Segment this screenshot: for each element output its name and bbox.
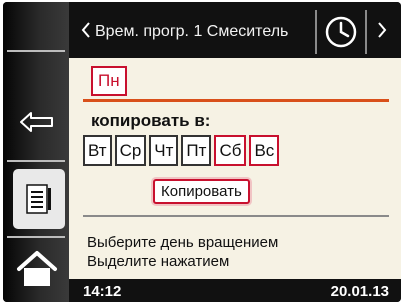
sidebar-home-button[interactable]	[15, 247, 59, 291]
hint-divider	[83, 215, 389, 217]
header-next-button[interactable]	[367, 17, 397, 43]
header-back-button[interactable]	[75, 17, 97, 43]
hint-press: Выделите нажатием	[87, 253, 230, 270]
copy-button[interactable]: Копировать	[153, 179, 250, 204]
sidebar-divider	[7, 236, 65, 238]
target-days: Вт Ср Чт Пт Сб Вс	[83, 135, 280, 166]
date-display: 20.01.13	[330, 283, 389, 300]
header-bar: Врем. прогр. 1 Смеситель	[69, 2, 401, 58]
chevron-right-icon	[378, 22, 387, 38]
document-icon	[26, 184, 51, 214]
day-button-tue[interactable]: Вт	[83, 135, 112, 166]
time-display: 14:12	[83, 283, 122, 300]
status-bar: 14:12 20.01.13	[69, 279, 401, 302]
back-arrow-icon	[20, 112, 53, 132]
sidebar-divider	[7, 50, 65, 52]
day-button-sun[interactable]: Вс	[249, 135, 280, 166]
page-title: Врем. прогр. 1 Смеситель	[95, 23, 289, 40]
sidebar-back-button[interactable]	[15, 100, 59, 144]
device-screen: Врем. прогр. 1 Смеситель Пн копировать в…	[3, 2, 401, 302]
sidebar-document-button[interactable]	[13, 169, 65, 229]
selection-divider	[83, 99, 389, 102]
home-icon	[17, 251, 57, 286]
sidebar	[3, 2, 69, 302]
chevron-left-icon	[81, 22, 90, 38]
hint-rotate: Выберите день вращением	[87, 234, 279, 251]
day-button-sat[interactable]: Сб	[214, 135, 247, 166]
source-day[interactable]: Пн	[91, 66, 127, 96]
day-button-thu[interactable]: Чт	[149, 135, 179, 166]
day-button-wed[interactable]: Ср	[114, 135, 147, 166]
clock-button[interactable]	[315, 10, 367, 54]
clock-icon	[325, 16, 357, 48]
copy-to-label: копировать в:	[91, 111, 211, 130]
day-button-fri[interactable]: Пт	[181, 135, 212, 166]
sidebar-divider	[7, 160, 65, 162]
content-panel: Пн копировать в: Вт Ср Чт Пт Сб Вс Копир…	[69, 58, 401, 279]
